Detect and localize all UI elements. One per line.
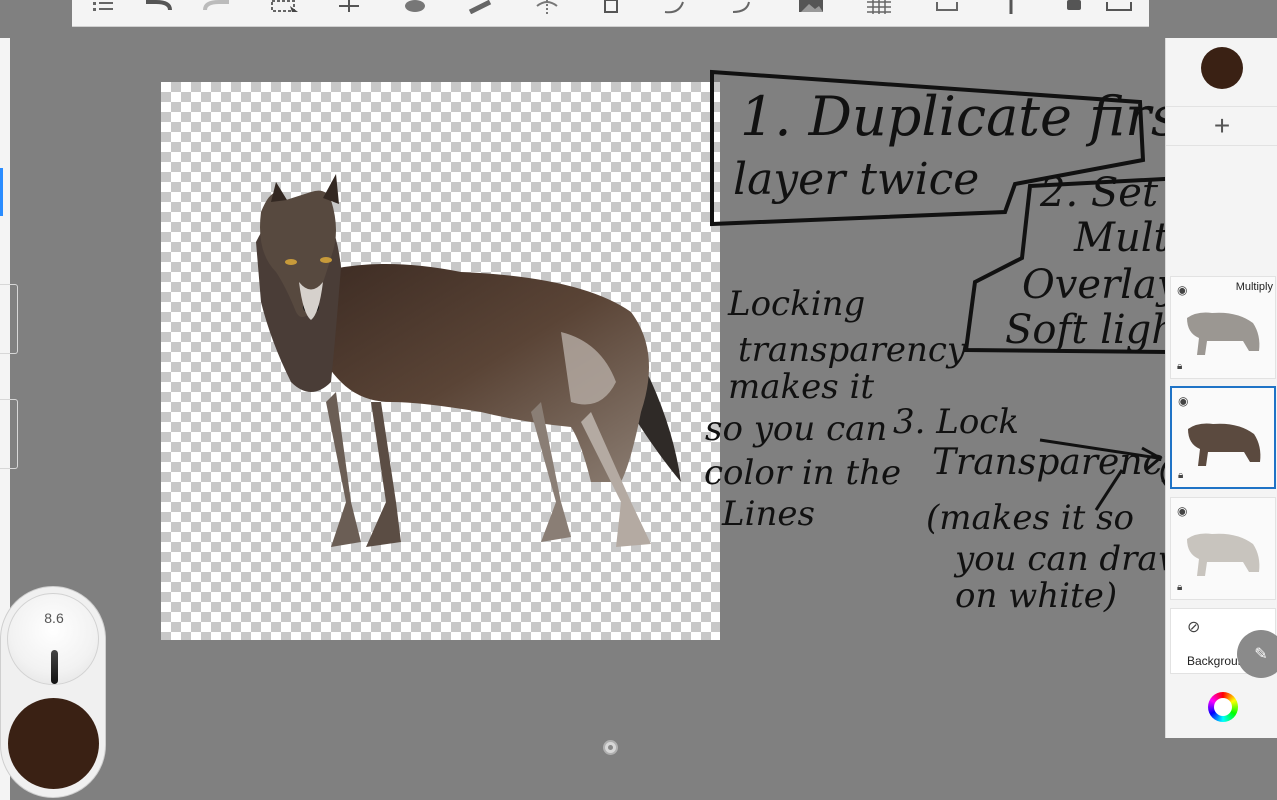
list-icon[interactable] [86, 0, 120, 16]
lock-icon[interactable]: 🔒︎ [1177, 361, 1182, 372]
brush-color-swatch[interactable] [8, 698, 99, 789]
copy-icon[interactable] [594, 0, 628, 16]
image-icon[interactable] [794, 0, 828, 16]
annotation-locking-line5: color in the [704, 453, 902, 493]
layer-multiply[interactable]: ◉ Multiply 🔒︎ [1170, 276, 1276, 379]
fullscreen-icon[interactable] [1102, 0, 1136, 16]
annotation-locking-line3: makes it [728, 367, 875, 407]
undo-icon[interactable] [142, 0, 176, 16]
annotation-locking-line6: Lines [722, 494, 815, 534]
edit-pencil-button[interactable]: ✎ [1237, 630, 1277, 678]
wolf-illustration [256, 174, 681, 547]
annotation-step3-line5: on white) [955, 576, 1118, 616]
brush-puck: 8.6 [0, 586, 106, 798]
layers-icon[interactable] [1056, 0, 1090, 16]
curve-icon[interactable] [658, 0, 692, 16]
brush-size-dial[interactable]: 8.6 [7, 593, 99, 685]
lock-icon[interactable]: 🔒︎ [1178, 470, 1183, 481]
smudge-icon[interactable] [724, 0, 758, 16]
add-layer-button[interactable]: + [1166, 106, 1277, 146]
selection-icon[interactable] [268, 0, 302, 16]
annotation-locking-line4: so you can [705, 409, 888, 449]
color-wheel-icon[interactable] [1208, 692, 1238, 722]
layer-thumbnail-image [1188, 423, 1261, 466]
annotation-locking-line2: transparency [738, 330, 967, 370]
lock-icon[interactable]: 🔒︎ [1177, 582, 1182, 593]
brush-size-value: 8.6 [44, 610, 64, 626]
transform-icon[interactable] [332, 0, 366, 16]
symmetry-icon[interactable] [530, 0, 564, 16]
brush-tip-icon [51, 650, 58, 684]
frame-icon[interactable] [930, 0, 964, 16]
annotation-step3-line1: 3. Lock [893, 402, 1019, 442]
annotation-step3-line4: you can draw [955, 539, 1187, 579]
blend-mode-label[interactable]: Multiply [1236, 281, 1273, 293]
fill-icon[interactable] [398, 0, 432, 16]
drawing-canvas[interactable] [161, 82, 720, 640]
text-icon[interactable] [994, 0, 1028, 16]
left-panel-handle[interactable] [0, 168, 3, 216]
annotation-step1-line1: 1. Duplicate first [740, 85, 1201, 148]
opacity-slider-track[interactable] [0, 399, 18, 469]
current-color-swatch[interactable] [1201, 47, 1243, 89]
ruler-icon[interactable] [464, 0, 498, 16]
size-slider-track[interactable] [0, 284, 18, 354]
layer-thumbnail-image [1187, 533, 1260, 576]
layer-base[interactable]: ◉ 🔒︎ [1170, 497, 1276, 600]
top-toolbar [72, 0, 1149, 27]
annotation-step3-line2: Transparency [932, 442, 1184, 483]
grid-icon[interactable] [862, 0, 896, 16]
canvas-nav-handle[interactable] [603, 740, 618, 755]
annotation-locking-line1: Locking [728, 284, 866, 324]
annotation-step1-line2: layer twice [733, 154, 980, 205]
layer-thumbnail-image [1187, 312, 1260, 355]
redo-icon[interactable] [199, 0, 233, 16]
hidden-eye-icon[interactable]: ⊘ [1187, 617, 1200, 637]
layer-selected[interactable]: ◉ 🔒︎ [1170, 386, 1276, 489]
annotation-step3-line3: (makes it so [926, 498, 1135, 538]
